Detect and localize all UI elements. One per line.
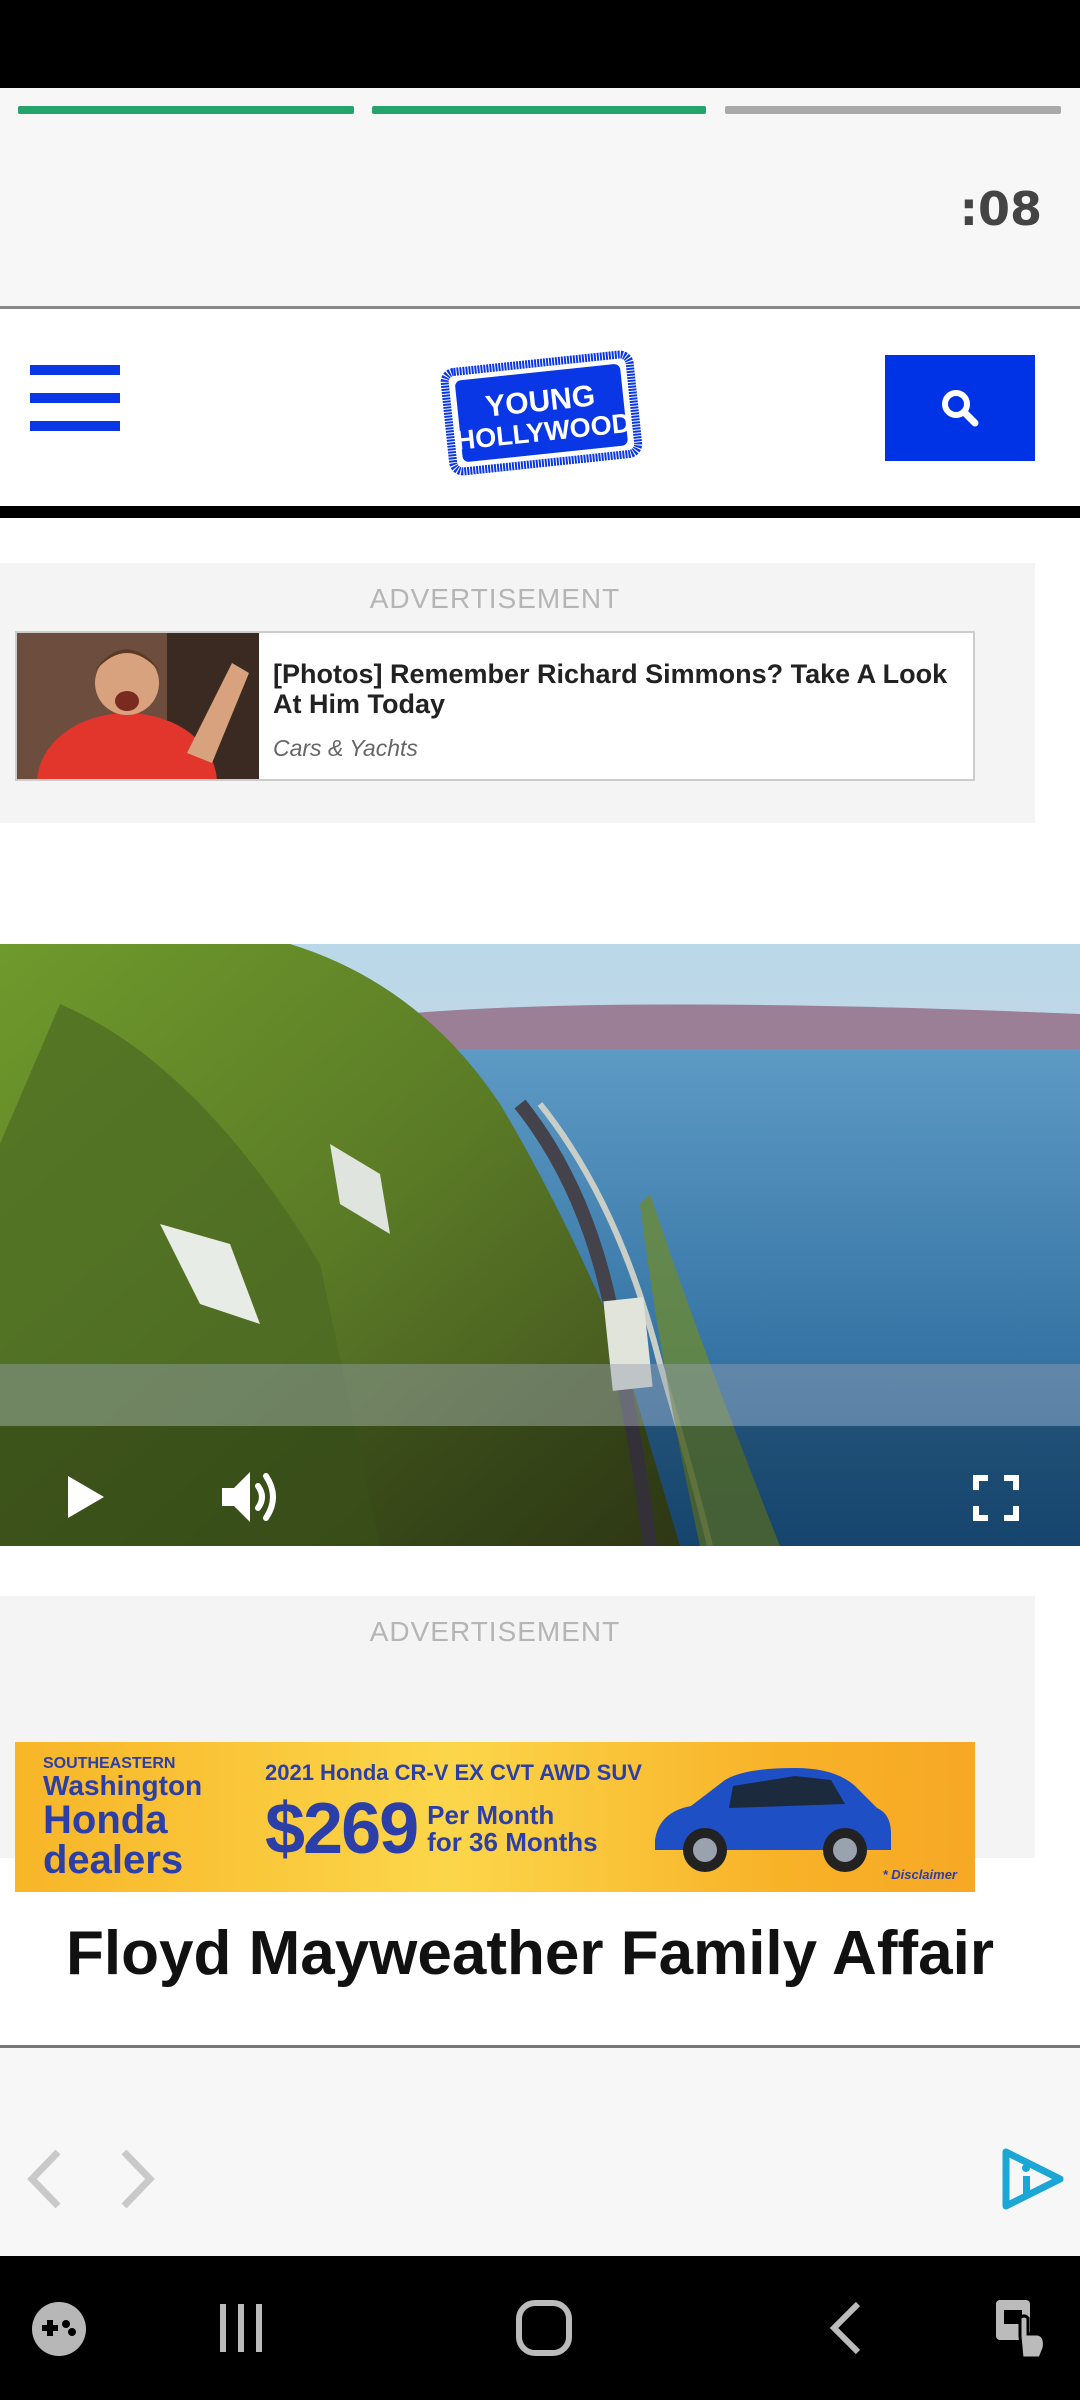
recents-icon[interactable] <box>216 2300 266 2356</box>
advertisement-label: ADVERTISEMENT <box>369 583 621 614</box>
young-hollywood-logo[interactable]: YOUNG HOLLYWOOD <box>438 339 644 479</box>
advertisement-label-2: ADVERTISEMENT <box>369 1616 621 1647</box>
native-ad-container: ADVERTISEMENT [Photos] Remember Richard … <box>0 563 1035 823</box>
system-navigation-bar <box>0 2256 1080 2400</box>
adchoices-icon[interactable] <box>1000 2148 1066 2210</box>
ad-source: Cars & Yachts <box>273 735 418 761</box>
search-button[interactable] <box>885 355 1035 461</box>
countdown-timer: :08 <box>959 182 1042 236</box>
page-content: ADVERTISEMENT [Photos] Remember Richard … <box>0 518 1080 2048</box>
video-controls <box>0 1364 1080 1546</box>
game-launcher-icon[interactable] <box>30 2300 88 2358</box>
play-icon[interactable] <box>66 1474 106 1520</box>
video-progress-track[interactable] <box>0 1364 1080 1426</box>
ad-thumbnail-image <box>17 633 259 779</box>
ad-headline: [Photos] Remember Richard Simmons? Take … <box>273 659 948 719</box>
accessibility-icon[interactable] <box>990 2296 1050 2362</box>
dealer-brand: SOUTHEASTERN Washington Honda dealers <box>43 1755 203 1882</box>
status-bar <box>0 0 1080 88</box>
native-ad-card[interactable]: [Photos] Remember Richard Simmons? Take … <box>15 631 975 781</box>
site-header: YOUNG HOLLYWOOD <box>0 306 1080 518</box>
progress-segment-2 <box>372 106 706 114</box>
offer-details: 2021 Honda CR-V EX CVT AWD SUV $269 Per … <box>265 1760 642 1869</box>
hamburger-menu-icon[interactable] <box>30 365 120 435</box>
back-icon[interactable] <box>826 2300 866 2356</box>
article-headline: Floyd Mayweather Family Affair <box>66 1919 994 1988</box>
offer-price: $269 <box>265 1789 419 1869</box>
story-progress-area: :08 <box>0 88 1080 306</box>
volume-icon[interactable] <box>218 1466 284 1528</box>
disclaimer-text[interactable]: * Disclaimer <box>883 1867 957 1882</box>
fullscreen-icon[interactable] <box>972 1474 1020 1522</box>
slider-footer <box>0 2048 1080 2256</box>
home-icon[interactable] <box>514 2298 574 2358</box>
progress-segment-1 <box>18 106 354 114</box>
banner-ad-container: ADVERTISEMENT SOUTHEASTERN Washington Ho… <box>0 1596 1035 1892</box>
search-icon <box>942 390 979 427</box>
car-image <box>655 1768 891 1872</box>
chevron-right-icon[interactable] <box>118 2148 158 2210</box>
honda-banner-ad[interactable]: SOUTHEASTERN Washington Honda dealers 20… <box>15 1742 975 1892</box>
progress-segment-3 <box>725 106 1061 114</box>
video-player[interactable] <box>0 944 1080 1546</box>
chevron-left-icon[interactable] <box>24 2148 64 2210</box>
